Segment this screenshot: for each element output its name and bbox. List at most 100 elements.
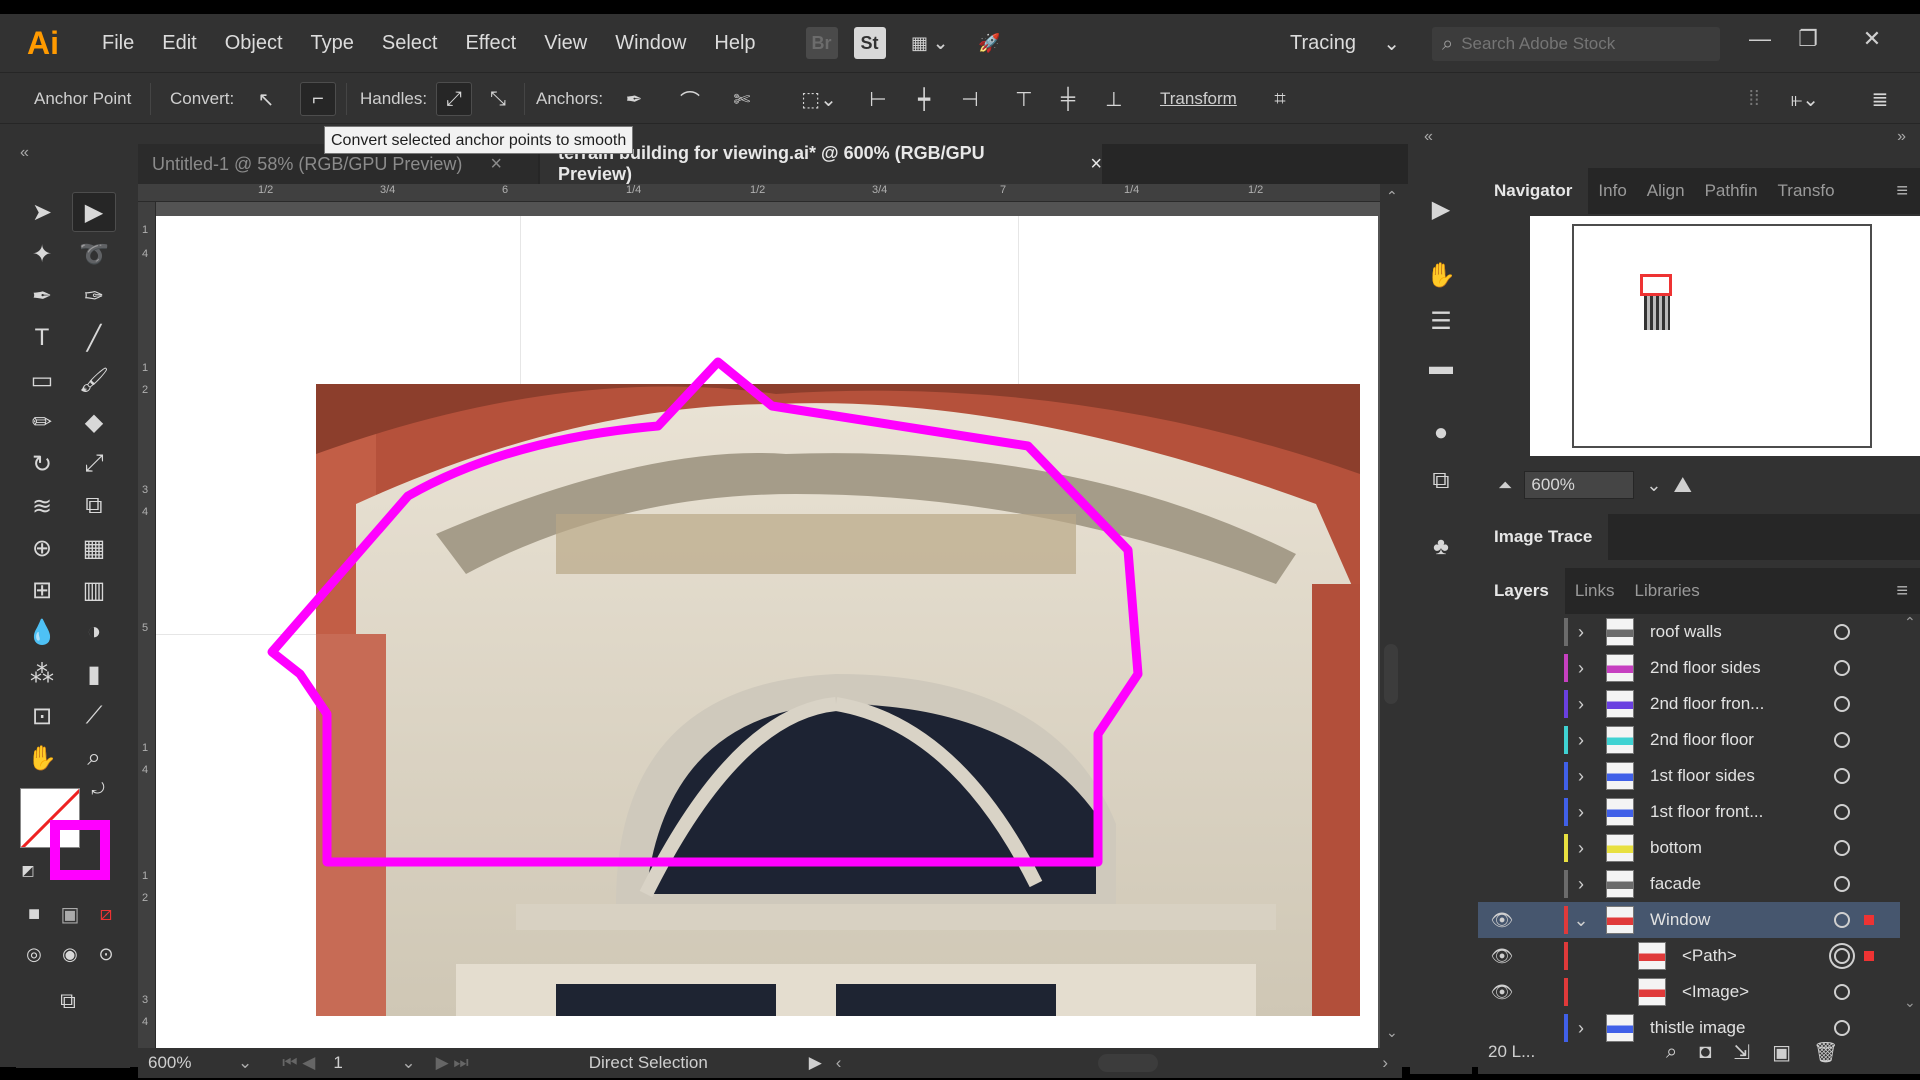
distribute-icon[interactable]: ⫦⌄ bbox=[1780, 82, 1830, 116]
stroke-swatch[interactable] bbox=[50, 820, 110, 880]
remove-anchor-icon[interactable]: ✒ bbox=[616, 82, 652, 116]
lasso-tool-icon[interactable]: ➰ bbox=[72, 234, 116, 274]
menu-file[interactable]: File bbox=[88, 14, 148, 72]
align-vertical-center-icon[interactable]: ╪ bbox=[1050, 82, 1086, 116]
pen-tool-icon[interactable]: ✒ bbox=[20, 276, 64, 316]
scroll-down-icon[interactable]: ⌄ bbox=[1386, 1024, 1398, 1041]
menu-edit[interactable]: Edit bbox=[148, 14, 210, 72]
canvas[interactable]: 1/2 3/4 6 1/4 1/2 3/4 7 1/4 1/2 1 4 1 2 … bbox=[138, 184, 1390, 1048]
target-icon[interactable] bbox=[1834, 660, 1850, 676]
zoom-in-icon[interactable]: ⛰ bbox=[1674, 472, 1692, 498]
target-icon[interactable] bbox=[1834, 984, 1850, 1000]
width-tool-icon[interactable]: ≋ bbox=[20, 486, 64, 526]
stroke-panel-icon[interactable]: ☰ bbox=[1424, 304, 1458, 338]
target-icon[interactable] bbox=[1834, 876, 1850, 892]
create-new-layer-icon[interactable]: ▣ bbox=[1772, 1040, 1791, 1065]
visibility-eye-icon[interactable]: 👁 bbox=[1488, 910, 1516, 931]
stock-search-input[interactable] bbox=[1461, 34, 1702, 54]
perspective-grid-tool-icon[interactable]: ▦ bbox=[72, 528, 116, 568]
tab-links[interactable]: Links bbox=[1565, 568, 1625, 614]
chevron-right-icon[interactable]: › bbox=[1570, 838, 1592, 859]
target-icon[interactable] bbox=[1834, 768, 1850, 784]
tab-transform[interactable]: Transfo bbox=[1768, 168, 1845, 214]
scroll-up-icon[interactable]: ⌃ bbox=[1386, 188, 1398, 205]
draw-behind-icon[interactable]: ◉ bbox=[56, 940, 84, 968]
chevron-right-icon[interactable]: › bbox=[1570, 622, 1592, 643]
selection-indicator[interactable] bbox=[1864, 951, 1874, 961]
tab-image-trace[interactable]: Image Trace bbox=[1478, 514, 1609, 560]
layer-row[interactable]: › roof walls bbox=[1478, 614, 1900, 650]
canvas-vertical-scrollbar[interactable]: ⌃ ⌄ bbox=[1380, 184, 1402, 1054]
eraser-tool-icon[interactable]: ◆ bbox=[72, 402, 116, 442]
layer-row[interactable]: › bottom bbox=[1478, 830, 1900, 866]
line-tool-icon[interactable]: ╱ bbox=[72, 318, 116, 358]
visibility-eye-icon[interactable]: 👁 bbox=[1488, 946, 1516, 967]
chevron-right-icon[interactable]: › bbox=[1570, 766, 1592, 787]
draw-normal-icon[interactable]: ◎ bbox=[20, 940, 48, 968]
asset-export-icon[interactable]: ⧉ bbox=[1424, 464, 1458, 498]
chevron-right-icon[interactable]: › bbox=[1570, 874, 1592, 895]
navigator-zoom-input[interactable] bbox=[1524, 471, 1635, 499]
hide-handles-icon[interactable]: ⤡ bbox=[480, 82, 516, 116]
menu-object[interactable]: Object bbox=[211, 14, 297, 72]
convert-to-smooth-icon[interactable]: ⌐ bbox=[300, 82, 336, 116]
chevron-right-icon[interactable]: › bbox=[1570, 802, 1592, 823]
eyedropper-tool-icon[interactable]: 💧 bbox=[20, 612, 64, 652]
layers-scrollbar[interactable]: ⌃ ⌄ bbox=[1900, 614, 1920, 1014]
panel-menu-icon[interactable]: ≡ bbox=[1896, 580, 1908, 603]
magic-wand-tool-icon[interactable]: ✦ bbox=[20, 234, 64, 274]
symbols-panel-icon[interactable]: ♣ bbox=[1424, 530, 1458, 564]
close-tab-icon[interactable]: × bbox=[490, 153, 502, 176]
align-left-icon[interactable]: ⊢ bbox=[860, 82, 896, 116]
stock-search[interactable]: ⌕ bbox=[1432, 27, 1720, 61]
zoom-out-icon[interactable]: ⏶ bbox=[1498, 475, 1512, 496]
bridge-button[interactable]: Br bbox=[805, 27, 838, 59]
layer-row[interactable]: › facade bbox=[1478, 866, 1900, 902]
current-tool-status[interactable]: Direct Selection bbox=[589, 1053, 789, 1073]
tab-info[interactable]: Info bbox=[1588, 168, 1636, 214]
select-similar-icon[interactable]: ⁞⁞ bbox=[1736, 82, 1772, 116]
none-mode-icon[interactable]: ⧄ bbox=[92, 900, 120, 928]
zoom-level[interactable]: 600% bbox=[148, 1053, 218, 1073]
artboard-number[interactable]: 1 bbox=[333, 1053, 393, 1073]
isolate-object-icon[interactable]: ⌗ bbox=[1262, 82, 1298, 116]
gradient-panel-icon[interactable]: ▬ bbox=[1424, 350, 1458, 384]
scroll-up-icon[interactable]: ⌃ bbox=[1904, 614, 1916, 631]
symbol-sprayer-tool-icon[interactable]: ⁂ bbox=[20, 654, 64, 694]
zoom-dropdown-icon[interactable]: ⌄ bbox=[238, 1053, 252, 1073]
minimize-icon[interactable]: — bbox=[1740, 26, 1780, 52]
scroll-right-icon[interactable]: › bbox=[1382, 1053, 1388, 1073]
first-artboard-icon[interactable]: ⏮ ◀ bbox=[282, 1053, 315, 1073]
last-artboard-icon[interactable]: ▶ ⏭ bbox=[436, 1053, 469, 1073]
hscroll-thumb[interactable] bbox=[1098, 1054, 1158, 1072]
scroll-down-icon[interactable]: ⌄ bbox=[1904, 994, 1916, 1011]
paintbrush-tool-icon[interactable]: 🖌 bbox=[72, 360, 116, 400]
control-panel-menu-icon[interactable]: ≣ bbox=[1862, 82, 1898, 116]
delete-layer-icon[interactable]: 🗑 bbox=[1813, 1040, 1838, 1065]
tab-layers[interactable]: Layers bbox=[1478, 568, 1565, 614]
hand-tool-icon[interactable]: ✋ bbox=[20, 738, 64, 778]
appearance-panel-icon[interactable]: ● bbox=[1424, 416, 1458, 450]
menu-effect[interactable]: Effect bbox=[451, 14, 530, 72]
mesh-tool-icon[interactable]: ⊞ bbox=[20, 570, 64, 610]
panel-menu-icon[interactable]: ≡ bbox=[1896, 180, 1908, 203]
cut-path-icon[interactable]: ✄ bbox=[724, 82, 760, 116]
draw-inside-icon[interactable]: ⊙ bbox=[92, 940, 120, 968]
navigator-preview[interactable] bbox=[1530, 216, 1920, 456]
menu-select[interactable]: Select bbox=[368, 14, 452, 72]
selection-tool-icon[interactable]: ➤ bbox=[20, 192, 64, 232]
target-icon[interactable] bbox=[1834, 912, 1850, 928]
scale-tool-icon[interactable]: ⤢ bbox=[72, 444, 116, 484]
menu-window[interactable]: Window bbox=[601, 14, 700, 72]
zoom-tool-icon[interactable]: ⌕ bbox=[72, 738, 116, 778]
layer-row[interactable]: › 2nd floor sides bbox=[1478, 650, 1900, 686]
puppet-warp-icon[interactable]: ✋ bbox=[1424, 258, 1458, 292]
scroll-thumb[interactable] bbox=[1384, 644, 1398, 704]
layer-row[interactable]: 👁 ⌄ Window bbox=[1478, 902, 1900, 938]
show-handles-icon[interactable]: ⤢ bbox=[436, 82, 472, 116]
target-icon[interactable] bbox=[1834, 732, 1850, 748]
tab-navigator[interactable]: Navigator bbox=[1478, 168, 1589, 214]
artboard-tool-icon[interactable]: ⊡ bbox=[20, 696, 64, 736]
traced-path[interactable] bbox=[138, 184, 1390, 1048]
align-horizontal-center-icon[interactable]: ┿ bbox=[906, 82, 942, 116]
